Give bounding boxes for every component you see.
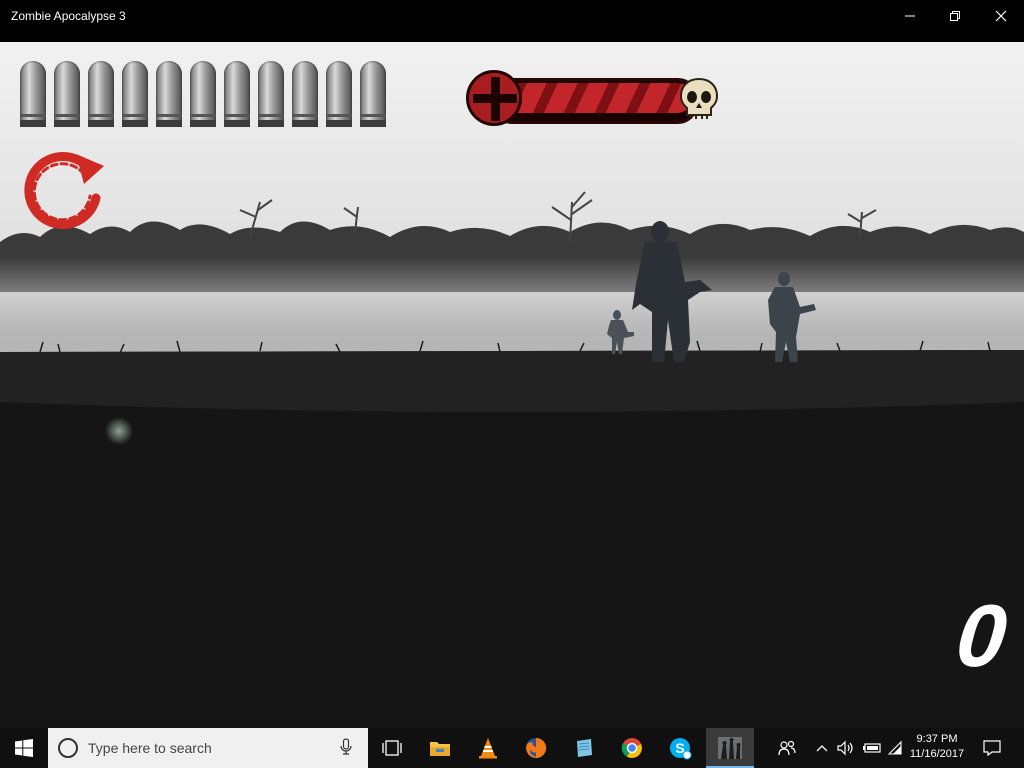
health-bar xyxy=(466,70,722,126)
health-bar-fill xyxy=(496,83,692,113)
firefox-icon xyxy=(526,737,547,758)
minimize-button[interactable] xyxy=(887,0,933,32)
volume-button[interactable] xyxy=(834,728,858,768)
vlc-button[interactable] xyxy=(464,728,512,768)
notepad-icon xyxy=(577,739,592,757)
bullet-icon xyxy=(190,61,216,127)
battery-icon xyxy=(863,743,881,753)
notepad-button[interactable] xyxy=(560,728,608,768)
bullet-icon xyxy=(326,61,352,127)
zombie-apocalypse-taskbar-button[interactable] xyxy=(706,728,754,768)
action-center-button[interactable] xyxy=(980,728,1004,768)
wifi-icon xyxy=(887,740,902,755)
ammo-counter xyxy=(20,61,386,127)
skype-icon: S xyxy=(670,738,692,760)
game-scene xyxy=(0,191,1024,728)
bullet-icon xyxy=(20,61,46,127)
task-view-icon xyxy=(382,740,402,756)
reload-icon xyxy=(24,152,104,229)
volume-icon xyxy=(837,740,853,756)
firefox-button[interactable] xyxy=(512,728,560,768)
score-display: 0 xyxy=(951,586,1012,685)
bullet-icon xyxy=(360,61,386,127)
bullet-icon xyxy=(54,61,80,127)
folder-icon xyxy=(430,742,450,756)
task-view-button[interactable] xyxy=(368,728,416,768)
start-button[interactable] xyxy=(0,728,48,768)
windows-logo-icon xyxy=(15,739,33,757)
chevron-up-icon xyxy=(816,745,828,752)
reload-button[interactable] xyxy=(14,140,108,234)
search-placeholder: Type here to search xyxy=(88,740,212,756)
cortana-icon xyxy=(58,738,78,758)
skype-button[interactable]: S xyxy=(656,728,704,768)
bullet-icon xyxy=(292,61,318,127)
glowing-orb xyxy=(105,417,133,445)
window-title: Zombie Apocalypse 3 xyxy=(11,9,126,23)
restore-icon xyxy=(950,11,960,21)
vlc-cone-icon xyxy=(479,738,497,759)
battery-button[interactable] xyxy=(860,728,884,768)
bullet-icon xyxy=(156,61,182,127)
bullet-icon xyxy=(224,61,250,127)
close-button[interactable] xyxy=(978,0,1024,32)
minimize-icon xyxy=(905,15,915,17)
show-hidden-icons-button[interactable] xyxy=(812,728,832,768)
bullet-icon xyxy=(122,61,148,127)
title-bar: Zombie Apocalypse 3 xyxy=(0,0,1024,42)
skull-icon xyxy=(679,77,719,119)
people-button[interactable] xyxy=(772,728,802,768)
chrome-icon xyxy=(621,738,642,758)
clock[interactable]: 9:37 PM 11/16/2017 xyxy=(905,732,969,762)
taskbar: Type here to search S 9:37 PM 11/16/2017 xyxy=(0,728,1024,768)
microphone-icon[interactable] xyxy=(340,738,352,756)
people-icon xyxy=(778,740,796,756)
chrome-button[interactable] xyxy=(608,728,656,768)
bullet-icon xyxy=(88,61,114,127)
game-canvas[interactable]: 0 xyxy=(0,42,1024,728)
notification-icon xyxy=(983,740,1001,756)
zombie-apocalypse-app-icon xyxy=(718,737,742,759)
health-cross-icon xyxy=(466,70,522,126)
bullet-icon xyxy=(258,61,284,127)
restore-button[interactable] xyxy=(932,0,978,32)
clock-date: 11/16/2017 xyxy=(909,748,965,760)
close-icon xyxy=(995,10,1007,22)
clock-time: 9:37 PM xyxy=(916,733,958,745)
file-explorer-button[interactable] xyxy=(416,728,464,768)
search-box[interactable]: Type here to search xyxy=(48,728,368,768)
